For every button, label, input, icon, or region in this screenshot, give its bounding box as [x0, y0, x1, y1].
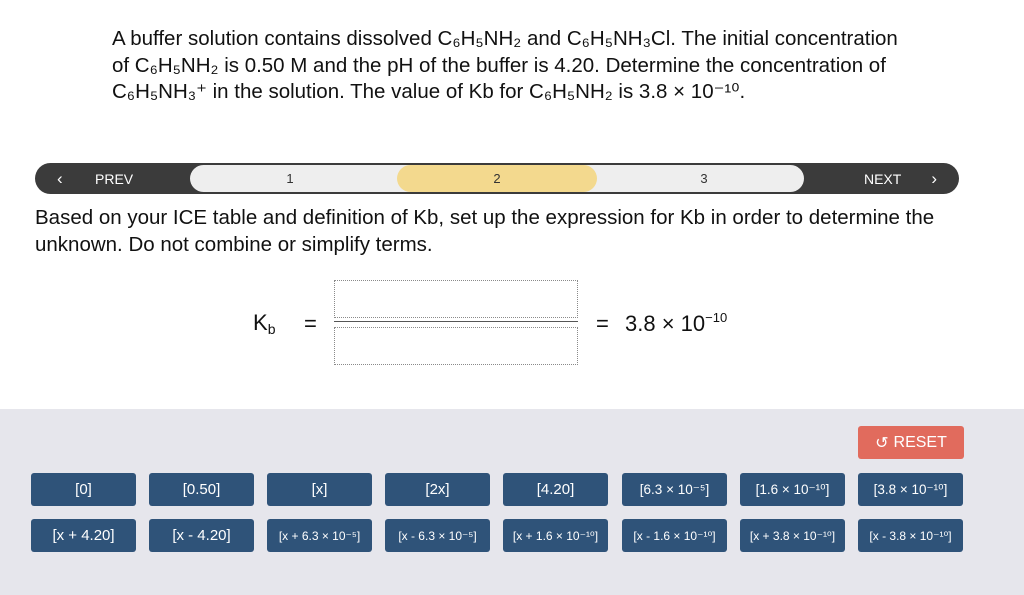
kb-symbol: K — [253, 310, 268, 335]
answer-tile[interactable]: [6.3 × 10⁻⁵] — [622, 473, 727, 506]
kb-value-mantissa: 3.8 × 10 — [625, 311, 706, 336]
prev-label: PREV — [95, 170, 134, 187]
kb-label: Kb — [253, 310, 275, 337]
reset-label: RESET — [893, 433, 947, 451]
kb-value-exponent: −10 — [705, 310, 728, 325]
step-tab-3[interactable]: 3 — [604, 165, 804, 192]
answer-tile[interactable]: [x + 1.6 × 10⁻¹⁰] — [503, 519, 608, 552]
kb-value: 3.8 × 10−10 — [625, 310, 727, 337]
fraction-bar — [334, 321, 578, 322]
next-label: NEXT — [863, 170, 902, 187]
denominator-drop-zone[interactable] — [334, 327, 578, 365]
instruction-text: Based on your ICE table and definition o… — [35, 206, 935, 256]
step-tab-2-active[interactable]: 2 — [397, 165, 597, 192]
step-tabs: 1 2 3 — [190, 165, 804, 192]
chevron-right-icon: › — [931, 168, 937, 188]
equals-sign: = — [304, 311, 317, 336]
next-button[interactable]: NEXT › — [804, 163, 959, 194]
answer-tile[interactable]: [2x] — [385, 473, 490, 506]
answer-tile[interactable]: [x + 6.3 × 10⁻⁵] — [267, 519, 372, 552]
answer-tile[interactable]: [3.8 × 10⁻¹⁰] — [858, 473, 963, 506]
step-tab-1[interactable]: 1 — [190, 165, 390, 192]
chevron-left-icon: ‹ — [57, 168, 63, 188]
answer-tile[interactable]: [0.50] — [149, 473, 254, 506]
answer-tile[interactable]: [0] — [31, 473, 136, 506]
answer-tile[interactable]: [x] — [267, 473, 372, 506]
answer-tile[interactable]: [x - 6.3 × 10⁻⁵] — [385, 519, 490, 552]
answer-tile[interactable]: [x - 3.8 × 10⁻¹⁰] — [858, 519, 963, 552]
numerator-drop-zone[interactable] — [334, 280, 578, 318]
answer-tile[interactable]: [1.6 × 10⁻¹⁰] — [740, 473, 845, 506]
answer-tile[interactable]: [4.20] — [503, 473, 608, 506]
reset-button[interactable]: ↺ RESET — [858, 426, 964, 459]
answer-tile[interactable]: [x + 3.8 × 10⁻¹⁰] — [740, 519, 845, 552]
answer-tile[interactable]: [x - 4.20] — [149, 519, 254, 552]
step-navigation: ‹ PREV 1 2 3 NEXT › — [35, 163, 959, 194]
equals-sign-2: = — [596, 311, 609, 336]
undo-icon: ↺ — [875, 434, 889, 452]
kb-subscript: b — [267, 321, 276, 337]
answer-tile[interactable]: [x + 4.20] — [31, 519, 136, 552]
question-text: A buffer solution contains dissolved C₆H… — [112, 27, 898, 103]
prev-button[interactable]: ‹ PREV — [35, 163, 190, 194]
answer-tile[interactable]: [x - 1.6 × 10⁻¹⁰] — [622, 519, 727, 552]
